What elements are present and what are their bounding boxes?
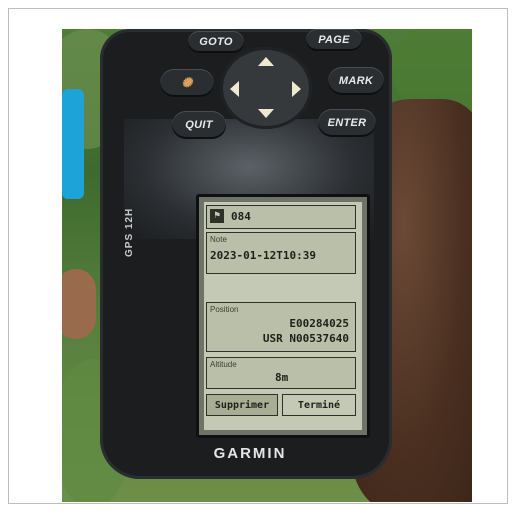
photo: GOTO PAGE ✺ MARK QUIT ENTER GPS 12H ⚑ 08…	[62, 29, 472, 502]
lcd-screen: ⚑ 084 Note 2023-01-12T10:39 Position E00…	[196, 194, 370, 438]
arrow-up-icon	[258, 57, 274, 66]
waypoint-header: ⚑ 084	[206, 205, 356, 229]
position-easting: E00284025	[289, 317, 349, 330]
flag-icon: ⚑	[210, 209, 224, 223]
lcd-display: ⚑ 084 Note 2023-01-12T10:39 Position E00…	[204, 202, 362, 430]
altitude-label: Altitude	[210, 360, 237, 369]
model-label: GPS 12H	[124, 207, 135, 257]
goto-button[interactable]: GOTO	[188, 31, 244, 53]
mark-button[interactable]: MARK	[328, 67, 384, 95]
position-field[interactable]: Position E00284025 USR N00537640	[206, 302, 356, 352]
arrow-right-icon	[292, 81, 301, 97]
position-label: Position	[210, 305, 239, 314]
finger	[62, 269, 96, 339]
note-field[interactable]: Note 2023-01-12T10:39	[206, 232, 356, 274]
arrow-down-icon	[258, 109, 274, 118]
waypoint-id[interactable]: 084	[231, 210, 251, 223]
quit-button[interactable]: QUIT	[172, 111, 226, 139]
note-label: Note	[210, 235, 227, 244]
altitude-field[interactable]: Altitude 8m	[206, 357, 356, 389]
lightbulb-icon: ✺	[181, 75, 193, 90]
position-northing: USR N00537640	[262, 332, 349, 345]
note-value: 2023-01-12T10:39	[210, 249, 316, 262]
page-button[interactable]: PAGE	[306, 29, 362, 51]
enter-button[interactable]: ENTER	[318, 109, 376, 137]
done-button[interactable]: Terminé	[282, 394, 356, 416]
arrow-left-icon	[230, 81, 239, 97]
blue-object	[62, 89, 84, 199]
backlight-button[interactable]: ✺	[160, 69, 214, 97]
gps-device: GOTO PAGE ✺ MARK QUIT ENTER GPS 12H ⚑ 08…	[100, 29, 392, 479]
altitude-value: 8m	[275, 371, 289, 384]
direction-pad[interactable]	[220, 47, 312, 129]
brand-logo: GARMIN	[213, 445, 287, 462]
delete-button[interactable]: Supprimer	[206, 394, 278, 416]
